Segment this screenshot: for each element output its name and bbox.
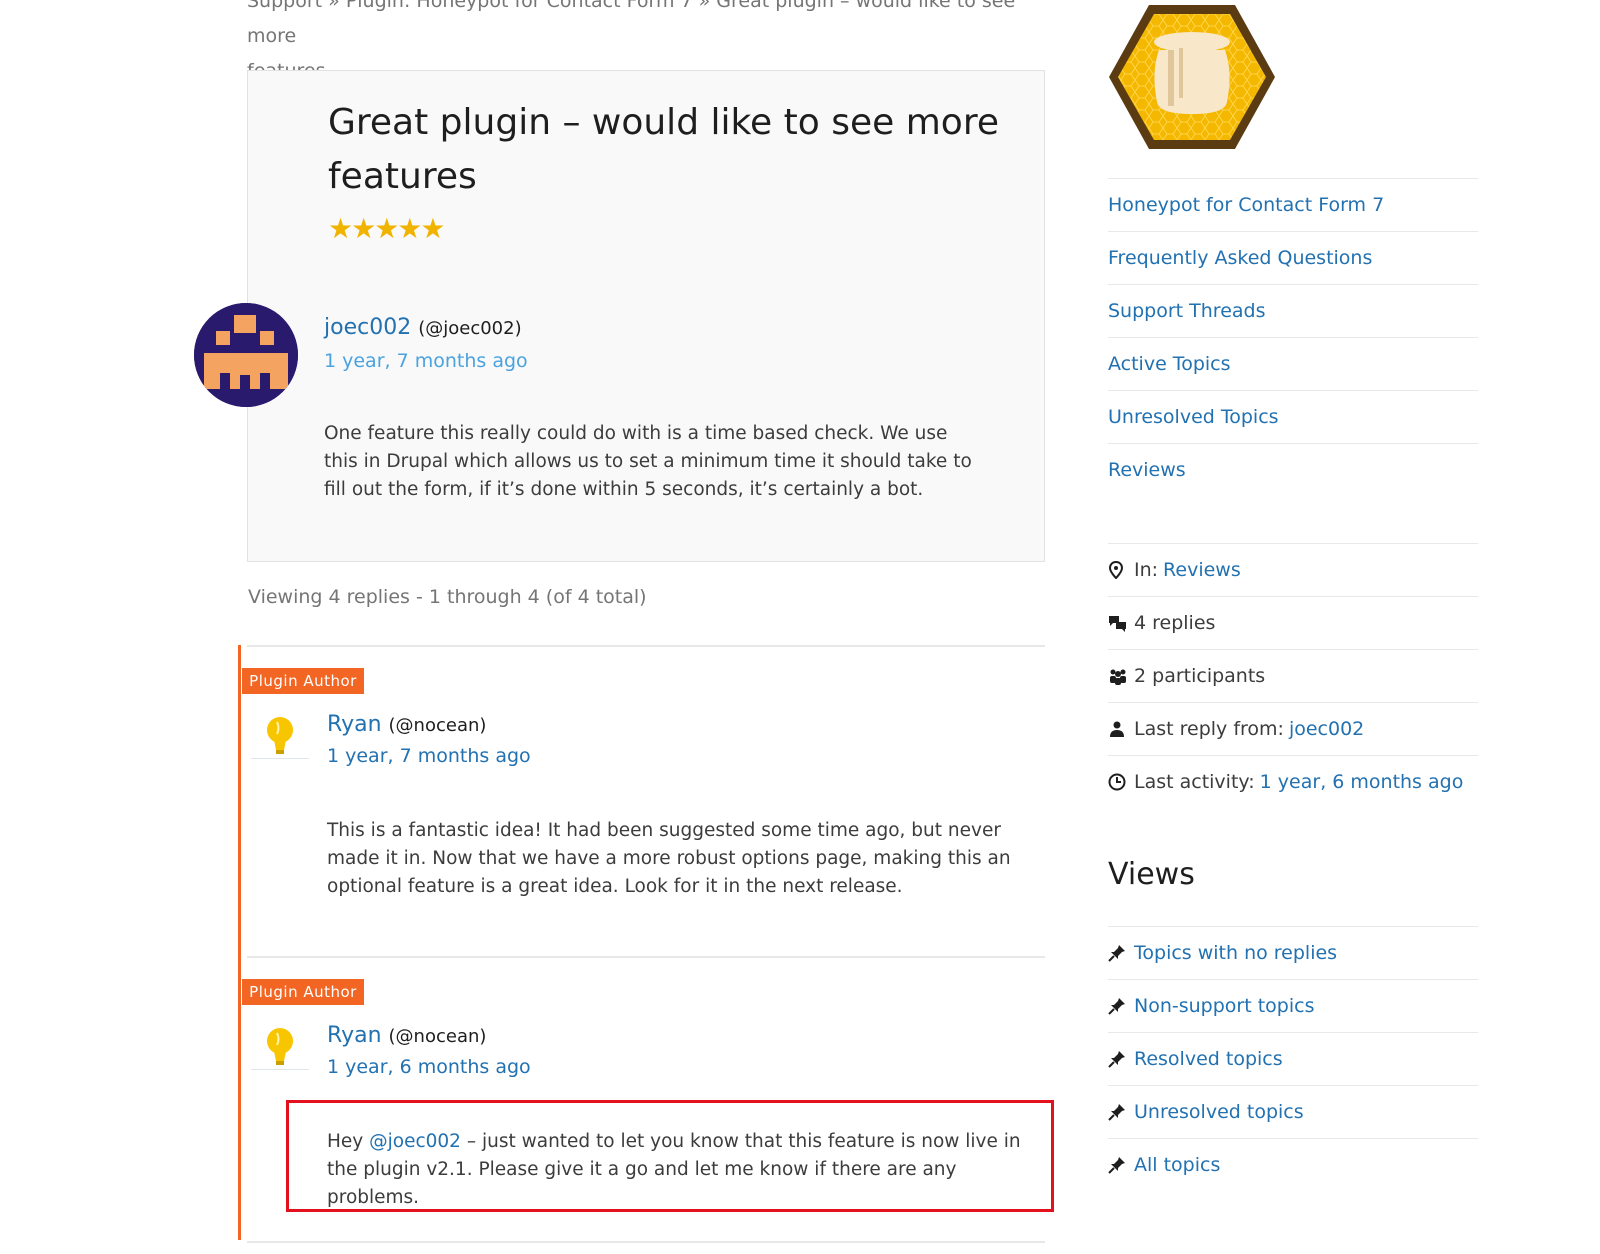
view-non-support[interactable]: Non-support topics <box>1108 979 1478 1032</box>
reply-divider <box>247 645 1045 647</box>
sidebar-link-faq[interactable]: Frequently Asked Questions <box>1108 231 1478 284</box>
pixel-avatar-icon <box>194 303 298 407</box>
topic-timestamp-link[interactable]: 1 year, 7 months ago <box>324 346 528 376</box>
honeypot-logo-icon <box>1109 5 1275 149</box>
view-resolved[interactable]: Resolved topics <box>1108 1032 1478 1085</box>
lightbulb-icon <box>249 1019 311 1081</box>
meta-last-activity-label: Last activity: <box>1134 771 1255 793</box>
meta-participants-text: 2 participants <box>1134 665 1266 687</box>
view-no-replies[interactable]: Topics with no replies <box>1108 926 1478 979</box>
topic-body: One feature this really could do with is… <box>324 423 972 500</box>
reply-author-handle: (@nocean) <box>388 1026 487 1047</box>
plugin-logo <box>1107 2 1277 152</box>
topic-author: joec002 (@joec002) <box>324 313 522 344</box>
breadcrumb-line-1[interactable]: Support » Plugin: Honeypot for Contact F… <box>247 0 1027 54</box>
user-icon <box>1108 720 1134 738</box>
view-label: All topics <box>1134 1154 1221 1176</box>
sidebar-link-unresolved-topics[interactable]: Unresolved Topics <box>1108 390 1478 443</box>
meta-last-reply-label: Last reply from: <box>1134 718 1284 740</box>
reply-body: This is a fantastic idea! It had been su… <box>327 820 1011 897</box>
view-label: Topics with no replies <box>1134 942 1338 964</box>
mention-link[interactable]: @joec002 <box>369 1131 461 1152</box>
view-all-topics[interactable]: All topics <box>1108 1138 1478 1191</box>
reply-body: Hey @joec002 – just wanted to let you kn… <box>327 1128 1047 1212</box>
sidebar-link-plugin[interactable]: Honeypot for Contact Form 7 <box>1108 178 1478 231</box>
sidebar-link-active-topics[interactable]: Active Topics <box>1108 337 1478 390</box>
clock-icon <box>1108 773 1134 791</box>
reply-author: Ryan (@nocean) <box>327 1021 486 1052</box>
author-handle: (@joec002) <box>418 318 522 339</box>
pin-icon <box>1108 997 1134 1015</box>
topic-meta: In: Reviews 4 replies 2 participants Las… <box>1108 543 1478 808</box>
meta-in-label: In: <box>1134 559 1159 581</box>
reply-divider <box>247 1241 1045 1243</box>
meta-in: In: Reviews <box>1108 543 1478 596</box>
view-unresolved[interactable]: Unresolved topics <box>1108 1085 1478 1138</box>
lightbulb-icon <box>249 708 311 770</box>
plugin-links: Honeypot for Contact Form 7 Frequently A… <box>1108 178 1478 496</box>
view-label: Resolved topics <box>1134 1048 1283 1070</box>
avatar-nocean[interactable] <box>249 708 311 770</box>
avatar-joec002[interactable] <box>194 303 298 407</box>
speech-bubbles-icon <box>1108 614 1134 632</box>
meta-replies-text: 4 replies <box>1134 612 1216 634</box>
reply-divider <box>247 956 1045 958</box>
view-label: Non-support topics <box>1134 995 1315 1017</box>
meta-participants: 2 participants <box>1108 649 1478 702</box>
meta-in-link[interactable]: Reviews <box>1163 544 1241 596</box>
plugin-author-badge: Plugin Author <box>242 668 364 694</box>
pin-icon <box>1108 1156 1134 1174</box>
location-pin-icon <box>1108 561 1134 579</box>
avatar-nocean[interactable] <box>249 1019 311 1081</box>
reply-author-handle: (@nocean) <box>388 715 487 736</box>
replies-count-text: Viewing 4 replies - 1 through 4 (of 4 to… <box>248 586 647 608</box>
meta-last-activity: Last activity: 1 year, 6 months ago <box>1108 755 1478 808</box>
reply-timestamp-link[interactable]: 1 year, 6 months ago <box>327 1052 531 1082</box>
meta-last-reply-link[interactable]: joec002 <box>1289 703 1364 755</box>
sidebar-link-reviews[interactable]: Reviews <box>1108 443 1478 496</box>
pin-icon <box>1108 944 1134 962</box>
sidebar-link-support-threads[interactable]: Support Threads <box>1108 284 1478 337</box>
meta-last-reply: Last reply from: joec002 <box>1108 702 1478 755</box>
author-reply-border <box>238 645 241 1240</box>
topic-title: Great plugin – would like to see more fe… <box>328 102 999 197</box>
reply-author: Ryan (@nocean) <box>327 710 486 741</box>
views-heading: Views <box>1108 857 1195 892</box>
meta-replies: 4 replies <box>1108 596 1478 649</box>
pin-icon <box>1108 1103 1134 1121</box>
author-name-link[interactable]: joec002 <box>324 315 411 340</box>
view-label: Unresolved topics <box>1134 1101 1304 1123</box>
people-group-icon <box>1108 667 1134 685</box>
meta-last-activity-link[interactable]: 1 year, 6 months ago <box>1260 756 1464 808</box>
reply-timestamp-link[interactable]: 1 year, 7 months ago <box>327 741 531 771</box>
pin-icon <box>1108 1050 1134 1068</box>
reply-text-before: Hey <box>327 1131 370 1152</box>
plugin-author-badge: Plugin Author <box>242 979 364 1005</box>
views-list: Topics with no replies Non-support topic… <box>1108 926 1478 1191</box>
reply-author-link[interactable]: Ryan <box>327 712 382 737</box>
reply-author-link[interactable]: Ryan <box>327 1023 382 1048</box>
star-rating: ★★★★★ <box>328 212 446 245</box>
